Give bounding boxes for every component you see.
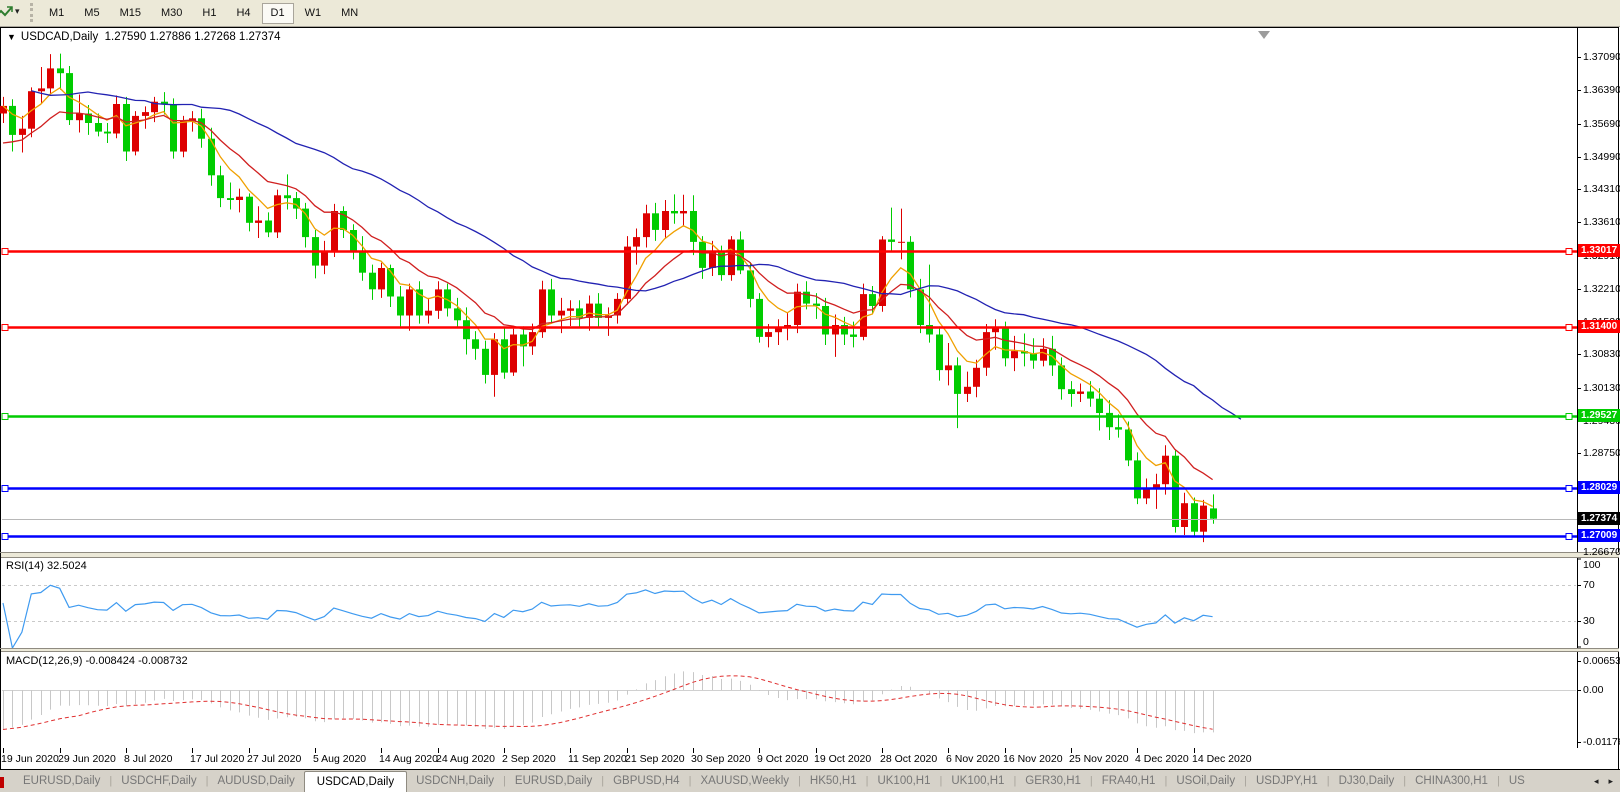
date-label[interactable]: 11 Sep 2020	[568, 753, 627, 765]
macd-signal-line	[2, 675, 1213, 730]
tab-fra40-h1[interactable]: FRA40,H1	[1093, 771, 1165, 792]
rsi-tick-label[interactable]: 30	[1583, 615, 1595, 627]
tab-usoil-daily[interactable]: USOil,Daily	[1167, 771, 1244, 792]
tab-hk50-h1[interactable]: HK50,H1	[801, 771, 866, 792]
tab-eurusd-daily[interactable]: EURUSD,Daily	[506, 771, 601, 792]
price-tick-label[interactable]: 1.34990	[1583, 151, 1620, 163]
tab-ger30-h1[interactable]: GER30,H1	[1016, 771, 1090, 792]
date-label[interactable]: 19 Jun 2020	[1, 753, 59, 765]
chart-ohlc-values: 1.27590 1.27886 1.27268 1.27374	[104, 31, 281, 43]
price-tick-label[interactable]: 1.37090	[1583, 51, 1620, 63]
date-label[interactable]: 29 Jun 2020	[58, 753, 116, 765]
current-price-label: 1.27374	[1578, 512, 1620, 525]
tab-us[interactable]: US	[1500, 771, 1534, 792]
chart-shift-marker[interactable]	[1258, 31, 1270, 39]
tab-gbpusd-h4[interactable]: GBPUSD,H4	[604, 771, 688, 792]
candles	[0, 53, 1217, 543]
chart-title-caret-icon[interactable]: ▼	[7, 32, 16, 42]
chart-tab-bar: EURUSD,Daily | USDCHF,Daily | AUDUSD,Daily US…	[0, 770, 1620, 792]
price-tick-label[interactable]: 1.26670	[1583, 546, 1620, 558]
tab-xauusd-weekly[interactable]: XAUUSD,Weekly	[691, 771, 798, 792]
tab-scroll-right-icon[interactable]: ▸	[1603, 776, 1618, 787]
date-label[interactable]: 6 Nov 2020	[946, 753, 1000, 765]
tab-scroll-left-icon[interactable]: ◂	[1589, 776, 1604, 787]
price-tick-label[interactable]: 1.34310	[1583, 183, 1620, 195]
tab-usdcnh-daily[interactable]: USDCNH,Daily	[407, 771, 503, 792]
macd-tick-label[interactable]: -0.011768	[1583, 736, 1620, 748]
date-label[interactable]: 28 Oct 2020	[880, 753, 937, 765]
rsi-tick-label[interactable]: 70	[1583, 579, 1595, 591]
price-tick-label[interactable]: 1.30830	[1583, 348, 1620, 360]
rsi-line	[2, 584, 1213, 650]
date-label[interactable]: 5 Aug 2020	[313, 753, 366, 765]
macd-tick-label[interactable]: 0.006535	[1583, 655, 1620, 667]
pane-splitter-macd[interactable]	[1, 648, 1619, 652]
tab-eurusd-daily[interactable]: EURUSD,Daily	[14, 771, 109, 792]
level-price-label[interactable]: 1.31400	[1578, 320, 1620, 333]
chart-title: ▼ USDCAD,Daily 1.27590 1.27886 1.27268 1.…	[7, 31, 281, 43]
rsi-tick-label[interactable]: 100	[1583, 559, 1601, 571]
date-label[interactable]: 19 Oct 2020	[814, 753, 871, 765]
active-chart-indicator	[0, 777, 4, 788]
macd-pane-label: MACD(12,26,9) -0.008424 -0.008732	[6, 655, 188, 667]
terminal-window: ▾ M1 M5 M15 M30 H1 H4 D1 W1 MN ▼ USDCAD,Daily 1.2…	[0, 0, 1620, 792]
macd-values: -0.008424 -0.008732	[85, 655, 188, 667]
date-label[interactable]: 27 Jul 2020	[247, 753, 301, 765]
date-label[interactable]: 4 Dec 2020	[1135, 753, 1189, 765]
chart-canvas[interactable]	[0, 0, 1620, 792]
tab-usdchf-daily[interactable]: USDCHF,Daily	[112, 771, 205, 792]
date-label[interactable]: 17 Jul 2020	[190, 753, 244, 765]
chart-tabs: EURUSD,Daily | USDCHF,Daily | AUDUSD,Daily US…	[14, 770, 1584, 792]
date-label[interactable]: 21 Sep 2020	[625, 753, 685, 765]
level-price-label[interactable]: 1.27009	[1578, 529, 1620, 542]
macd-tick-label[interactable]: 0.00	[1583, 684, 1603, 696]
date-label[interactable]: 14 Dec 2020	[1192, 753, 1252, 765]
price-tick-label[interactable]: 1.36390	[1583, 84, 1620, 96]
level-price-label[interactable]: 1.28029	[1578, 481, 1620, 494]
date-label[interactable]: 8 Jul 2020	[124, 753, 172, 765]
price-tick-label[interactable]: 1.30130	[1583, 382, 1620, 394]
price-tick-label[interactable]: 1.33610	[1583, 216, 1620, 228]
date-label[interactable]: 14 Aug 2020	[379, 753, 438, 765]
price-tick-label[interactable]: 1.35690	[1583, 118, 1620, 130]
chart-symbol: USDCAD,Daily	[20, 31, 99, 43]
tab-scroll-controls: ◂ ▸	[1582, 770, 1618, 792]
date-label[interactable]: 30 Sep 2020	[691, 753, 751, 765]
tab-china300-h1[interactable]: CHINA300,H1	[1406, 771, 1497, 792]
date-label[interactable]: 24 Aug 2020	[436, 753, 495, 765]
pane-splitter-rsi[interactable]	[1, 552, 1619, 558]
tab-uk100-h1[interactable]: UK100,H1	[942, 771, 1013, 792]
tab-usdjpy-h1[interactable]: USDJPY,H1	[1247, 771, 1327, 792]
level-lines[interactable]	[1, 248, 1577, 540]
tab-dj30-daily[interactable]: DJ30,Daily	[1330, 771, 1404, 792]
level-price-label[interactable]: 1.33017	[1578, 244, 1620, 257]
price-tick-label[interactable]: 1.32210	[1583, 283, 1620, 295]
tab-uk100-h1[interactable]: UK100,H1	[868, 771, 939, 792]
date-label[interactable]: 9 Oct 2020	[757, 753, 808, 765]
tab-audusd-daily[interactable]: AUDUSD,Daily	[208, 771, 303, 792]
rsi-tick-label[interactable]: 0	[1583, 636, 1589, 648]
date-label[interactable]: 2 Sep 2020	[502, 753, 556, 765]
tab-usdcad-daily[interactable]: USDCAD,Daily	[303, 770, 408, 792]
date-label[interactable]: 25 Nov 2020	[1069, 753, 1129, 765]
price-tick-label[interactable]: 1.28750	[1583, 447, 1620, 459]
date-label[interactable]: 16 Nov 2020	[1003, 753, 1063, 765]
level-price-label[interactable]: 1.29527	[1578, 409, 1620, 422]
rsi-value: 32.5024	[46, 560, 87, 572]
ma-mid-line	[2, 111, 1213, 481]
rsi-pane-label: RSI(14) 32.5024	[6, 560, 87, 572]
